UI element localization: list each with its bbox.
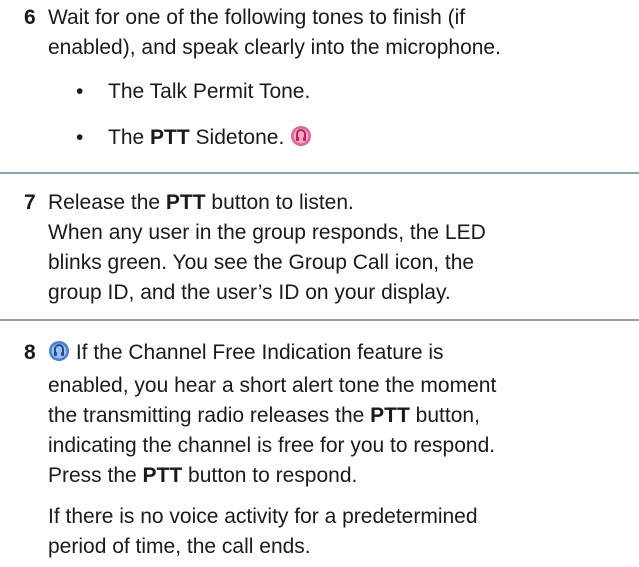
manual-page: 6 Wait for one of the following tones to… [0,0,639,567]
bullet-dot: • [76,126,84,149]
step-8-para2-line-2: period of time, the call ends. [48,535,311,558]
step-8-text: If the Channel Free Indication feature i… [48,338,628,491]
step-8-line-4: indicating the channel is free for you t… [48,434,496,457]
ptt-label: PTT [165,191,206,214]
bullet-text-post: Sidetone. [189,126,285,149]
text-post: button to respond. [182,464,358,487]
bullet-dot: • [76,80,84,103]
step-7-line-1: Release the PTT button to listen. [48,188,628,218]
step-6-text: Wait for one of the following tones to f… [48,3,628,63]
step-8-line-2: enabled, you hear a short alert tone the… [48,374,497,397]
text-pre: Release the [48,191,166,214]
step-6-line-1: Wait for one of the following tones to f… [48,6,466,29]
step-number-7: 7 [24,191,36,214]
section-divider [0,172,639,174]
bullet-text-pre: The [108,126,151,149]
step-8-line-1: If the Channel Free Indication feature i… [48,338,628,371]
ptt-label: PTT [150,126,190,149]
step-7-line-2: When any user in the group responds, the… [48,221,486,244]
step-number-8: 8 [24,341,36,364]
step-8-para2-line-1: If there is no voice activity for a pred… [48,505,478,528]
blue-speaker-icon [48,340,70,371]
ptt-label: PTT [370,404,410,427]
text-pre: Press the [48,464,143,487]
step-8-line-5: Press the PTT button to respond. [48,461,628,491]
bullet-ptt-sidetone: • The PTT Sidetone. [76,123,312,156]
step-8-paragraph-2: If there is no voice activity for a pred… [48,502,628,562]
pink-speaker-icon [290,125,312,156]
bullet-text: The Talk Permit Tone. [108,80,311,103]
text-post: button to listen. [205,191,354,214]
text-post: button, [409,404,480,427]
step-7-line-4: group ID, and the user’s ID on your disp… [48,281,451,304]
step-6-line-2: enabled), and speak clearly into the mic… [48,36,501,59]
section-divider [0,319,639,321]
text: If the Channel Free Indication feature i… [70,341,444,364]
step-number-6: 6 [24,6,36,29]
ptt-label: PTT [142,464,183,487]
bullet-talk-permit-tone: • The Talk Permit Tone. [76,77,310,107]
step-7-line-3: blinks green. You see the Group Call ico… [48,251,475,274]
step-7-text: Release the PTT button to listen. When a… [48,188,628,308]
step-8-line-3: the transmitting radio releases the PTT … [48,401,628,431]
text-pre: the transmitting radio releases the [48,404,371,427]
